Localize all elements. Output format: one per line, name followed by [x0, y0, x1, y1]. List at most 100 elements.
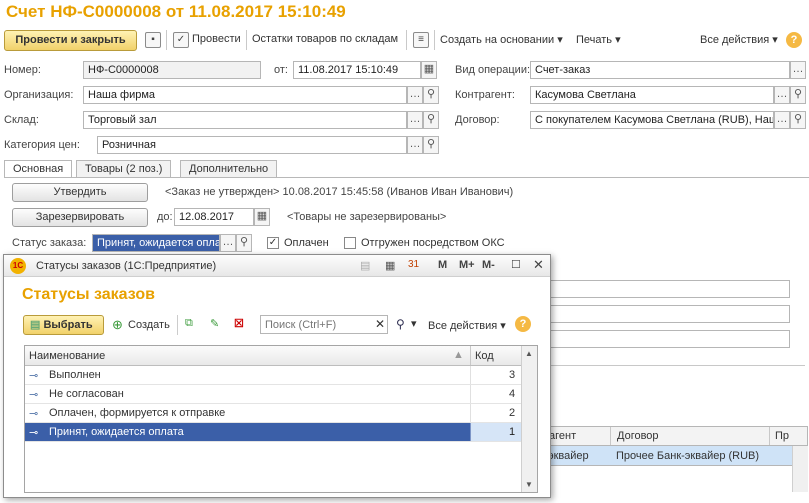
reserve-button[interactable]: Зарезервировать — [12, 208, 148, 227]
column-header-name[interactable]: Наименование — [29, 350, 105, 362]
toolbar-separator — [177, 315, 178, 335]
delete-icon[interactable]: ☒ — [234, 317, 244, 330]
item-icon: ⊸ — [29, 370, 39, 382]
create-based-on-button[interactable]: Создать на основании ▾ — [440, 33, 563, 46]
scroll-down-icon[interactable]: ▼ — [525, 480, 533, 489]
text-field[interactable] — [540, 330, 790, 348]
select-button[interactable]: … — [774, 86, 790, 104]
select-button[interactable]: … — [774, 111, 790, 129]
select-button[interactable]: … — [407, 111, 423, 129]
shipped-checkbox[interactable] — [344, 237, 356, 249]
all-actions-button[interactable]: Все действия ▾ — [700, 33, 778, 46]
cell-agent: эквайер — [548, 450, 589, 462]
stock-balance-button[interactable]: Остатки товаров по складам — [252, 33, 398, 45]
post-and-close-button[interactable]: Провести и закрыть — [4, 30, 137, 51]
date-field[interactable]: 11.08.2017 15:10:49 — [293, 61, 421, 79]
memory-button[interactable]: M — [438, 259, 447, 271]
table-row-selected[interactable]: ⊸ Принят, ожидается оплата 1 — [25, 423, 521, 442]
select-button[interactable]: ▤ Выбрать — [23, 315, 104, 335]
help-icon[interactable]: ? — [786, 32, 802, 48]
search-icon[interactable]: ⚲ — [423, 111, 439, 129]
add-icon[interactable]: ⊕ — [112, 317, 123, 333]
paid-checkbox[interactable]: ✓ — [267, 237, 279, 249]
window-title: Счет НФ-С0000008 от 11.08.2017 15:10:49 — [6, 2, 346, 21]
maximize-icon[interactable]: ☐ — [511, 258, 521, 271]
clipboard-icon[interactable]: ≡ — [413, 32, 429, 48]
print-button[interactable]: Печать ▾ — [576, 33, 621, 46]
approve-button[interactable]: Утвердить — [12, 183, 148, 202]
help-icon[interactable]: ? — [515, 316, 531, 332]
toolbar-separator — [434, 30, 435, 50]
chevron-down-icon[interactable]: ▾ — [411, 317, 417, 330]
operation-field[interactable]: Счет-заказ — [530, 61, 790, 79]
search-input[interactable] — [260, 315, 388, 334]
number-field[interactable]: НФ-С0000008 — [83, 61, 261, 79]
search-icon[interactable]: ⚲ — [423, 136, 439, 154]
tab-main[interactable]: Основная — [4, 160, 73, 177]
row-name: Не согласован — [49, 388, 124, 400]
search-icon[interactable]: ⚲ — [236, 234, 252, 252]
text-field[interactable] — [540, 280, 790, 298]
calendar-icon[interactable]: ▦ — [421, 61, 437, 79]
select-button-label: Выбрать — [43, 319, 93, 331]
column-header: Пр — [775, 430, 790, 442]
price-category-label: Категория цен: — [4, 139, 80, 151]
edit-icon[interactable]: ✎ — [210, 317, 219, 330]
clear-search-icon[interactable]: ✕ — [375, 317, 385, 331]
row-name: Оплачен, формируется к отправке — [49, 407, 226, 419]
text-field[interactable] — [540, 305, 790, 323]
dialog-title: Статусы заказов (1С:Предприятие) — [36, 260, 217, 272]
all-actions-button[interactable]: Все действия ▾ — [428, 319, 506, 332]
memory-minus-button[interactable]: M- — [482, 259, 495, 271]
scroll-up-icon[interactable]: ▲ — [525, 349, 533, 358]
organization-field[interactable]: Наша фирма — [83, 86, 407, 104]
select-button[interactable]: … — [407, 136, 423, 154]
chevron-down-icon: ▾ — [615, 34, 621, 46]
scrollbar[interactable] — [792, 446, 808, 492]
post-button[interactable]: Провести — [192, 33, 241, 45]
search-icon[interactable]: ⚲ — [790, 86, 806, 104]
sort-icon[interactable]: ▲ — [453, 349, 464, 361]
row-name: Выполнен — [49, 369, 101, 381]
table-row[interactable]: эквайер Прочее Банк-эквайер (RUB) — [540, 446, 792, 466]
calculator-icon[interactable]: ▦ — [385, 259, 395, 272]
until-date-field[interactable]: 12.08.2017 — [174, 208, 254, 226]
warehouse-field[interactable]: Торговый зал — [83, 111, 407, 129]
post-icon[interactable]: ✓ — [173, 32, 189, 48]
search-icon[interactable]: ⚲ — [790, 111, 806, 129]
print-icon[interactable]: ▤ — [360, 259, 370, 272]
contract-field[interactable]: С покупателем Касумова Светлана (RUB), Н… — [530, 111, 774, 129]
select-button[interactable]: … — [790, 61, 806, 79]
close-icon[interactable]: ✕ — [533, 257, 544, 273]
calendar-icon[interactable]: ▦ — [254, 208, 270, 226]
order-status-field[interactable]: Принят, ожидается опла — [92, 234, 220, 252]
search-icon[interactable]: ⚲ — [423, 86, 439, 104]
dialog-heading: Статусы заказов — [22, 286, 155, 303]
memory-plus-button[interactable]: M+ — [459, 259, 475, 271]
search-icon[interactable]: ⚲ — [396, 317, 405, 331]
reserve-status: <Товары не зарезервированы> — [287, 211, 447, 223]
table-row[interactable]: ⊸ Не согласован 4 — [25, 385, 521, 404]
price-category-field[interactable]: Розничная — [97, 136, 407, 154]
select-button[interactable]: … — [220, 234, 236, 252]
copy-icon[interactable]: ⧉ — [185, 317, 193, 330]
select-button[interactable]: … — [407, 86, 423, 104]
organization-label: Организация: — [4, 89, 74, 101]
until-label: до: — [157, 211, 173, 223]
create-button[interactable]: Создать — [128, 319, 170, 331]
contractor-field[interactable]: Касумова Светлана — [530, 86, 774, 104]
tab-goods[interactable]: Товары (2 поз.) — [76, 160, 172, 177]
scrollbar[interactable]: ▲ ▼ — [521, 346, 537, 492]
order-statuses-dialog: 1C Статусы заказов (1С:Предприятие) ▤ ▦ … — [3, 254, 551, 498]
tab-additional[interactable]: Дополнительно — [180, 160, 278, 177]
statuses-table: Наименование ▲ Код ⊸ Выполнен 3 ⊸ Не сог… — [24, 345, 538, 493]
item-icon: ⊸ — [29, 427, 39, 439]
table-row[interactable]: ⊸ Оплачен, формируется к отправке 2 — [25, 404, 521, 423]
table-row[interactable]: ⊸ Выполнен 3 — [25, 366, 521, 385]
column-header-code[interactable]: Код — [475, 350, 494, 362]
cell-divider — [470, 366, 471, 384]
save-icon[interactable]: ▪ — [145, 32, 161, 48]
cell-divider — [470, 385, 471, 403]
all-actions-label: Все действия — [428, 320, 498, 332]
calendar-icon[interactable]: 31 — [408, 259, 419, 270]
